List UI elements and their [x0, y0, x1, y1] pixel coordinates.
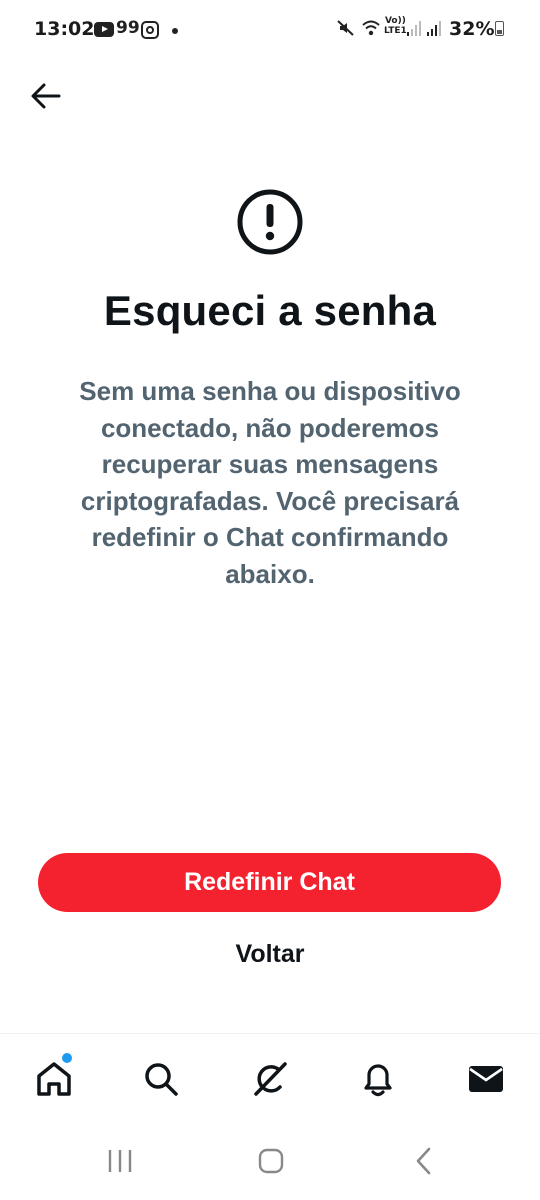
battery-icon [495, 21, 504, 36]
chevron-left-icon [416, 1147, 431, 1175]
system-home-button[interactable] [241, 1140, 301, 1182]
bell-icon [364, 1064, 392, 1097]
notification-count: 99 [116, 18, 140, 38]
tab-search[interactable] [136, 1054, 186, 1104]
status-bar: 13:02 99 Vo)) LTE1 32% [0, 0, 540, 60]
volte-indicator: Vo)) LTE1 [384, 16, 407, 36]
description-line: redefinir o Chat confirmando [91, 522, 449, 552]
description-line: criptografadas. Você precisará [80, 485, 460, 516]
more-notifications-dot-icon [172, 28, 178, 34]
volte-label-top: Vo)) [384, 16, 406, 26]
home-icon [37, 1062, 71, 1096]
signal-icon [407, 21, 421, 36]
description-line: Sem uma senha ou dispositivo [79, 376, 461, 406]
volte-label-bottom: LTE1 [384, 26, 407, 36]
go-back-button[interactable]: Voltar [170, 930, 370, 978]
mute-icon [337, 20, 354, 36]
grok-icon [254, 1062, 287, 1096]
recents-icon [108, 1150, 132, 1172]
description-line: abaixo. [225, 558, 315, 589]
notification-badge [61, 1052, 73, 1064]
battery-percent: 32% [449, 18, 495, 40]
status-time: 13:02 [34, 18, 95, 40]
search-icon [145, 1063, 178, 1096]
signal-icon [427, 21, 441, 36]
tab-notifications[interactable] [353, 1054, 403, 1104]
exclamation-circle-icon [237, 189, 303, 255]
envelope-icon [469, 1066, 503, 1092]
wifi-icon [362, 20, 380, 36]
youtube-icon [94, 22, 114, 37]
reset-chat-button[interactable]: Redefinir Chat [38, 853, 501, 912]
arrow-left-icon [31, 83, 61, 109]
description-line: conectado, não poderemos [100, 412, 440, 443]
tab-grok[interactable] [245, 1054, 295, 1104]
home-circle-icon [258, 1148, 284, 1174]
tab-bar-divider [0, 1033, 540, 1034]
back-button[interactable] [20, 74, 72, 118]
description-line: recuperar suas mensagens [101, 449, 439, 479]
recents-button[interactable] [90, 1140, 150, 1182]
tab-messages[interactable] [461, 1054, 511, 1104]
description: Sem uma senha ou dispositivo conectado, … [60, 373, 480, 592]
instagram-icon [141, 21, 159, 39]
system-back-button[interactable] [394, 1140, 454, 1182]
page-title: Esqueci a senha [103, 287, 437, 334]
